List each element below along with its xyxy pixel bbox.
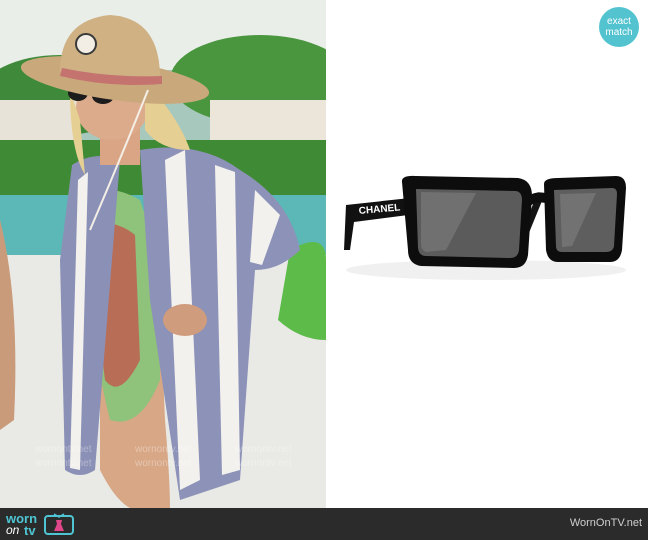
- exact-match-badge: exact match: [599, 7, 639, 47]
- watermark-text: wornontv.net: [234, 444, 292, 455]
- photo-panel: wornontv.net wornontv.net wornontv.net w…: [0, 0, 326, 508]
- watermark-text: wornontv.net: [234, 458, 292, 469]
- badge-line-1: exact: [607, 16, 631, 27]
- watermark-text: wornontv.net: [134, 444, 192, 455]
- logo-on-text: on: [6, 523, 20, 537]
- watermark-text: wornontv.net: [134, 458, 192, 469]
- watermark-text: wornontv.net: [34, 458, 92, 469]
- tv-dress-icon: [44, 513, 74, 535]
- sunglasses-image[interactable]: CHANEL: [326, 0, 648, 508]
- footer-bar: worn on tv WornOnTV.net: [0, 508, 648, 540]
- logo-tv-text: tv: [24, 523, 36, 538]
- product-panel: CHANEL: [326, 0, 648, 508]
- badge-line-2: match: [605, 27, 633, 38]
- watermark-text: wornontv.net: [34, 444, 92, 455]
- wornontv-logo[interactable]: worn on tv: [4, 511, 94, 537]
- scene-illustration: wornontv.net wornontv.net wornontv.net w…: [0, 0, 326, 508]
- site-name: WornOnTV.net: [569, 517, 642, 529]
